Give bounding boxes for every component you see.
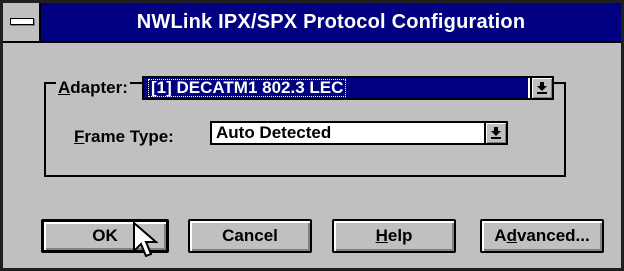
adapter-value: [1] DECATM1 802.3 LEC — [148, 79, 347, 97]
dropdown-arrow-icon[interactable] — [484, 123, 506, 143]
mouse-pointer-icon — [133, 221, 159, 258]
adapter-dropdown[interactable]: [1] DECATM1 802.3 LEC — [142, 76, 554, 100]
frame-type-value: Auto Detected — [216, 123, 332, 142]
title-bar[interactable]: NWLink IPX/SPX Protocol Configuration — [3, 3, 621, 43]
frame-type-label: Frame Type: — [74, 127, 174, 146]
frame-type-dropdown[interactable]: Auto Detected — [210, 121, 508, 145]
system-menu-icon[interactable] — [3, 3, 41, 41]
window-title: NWLink IPX/SPX Protocol Configuration — [136, 11, 526, 33]
adapter-label: Adapter: — [56, 78, 130, 98]
dropdown-arrow-icon[interactable] — [530, 78, 552, 98]
help-button[interactable]: Help — [332, 219, 456, 253]
advanced-button[interactable]: Advanced... — [480, 219, 604, 253]
cancel-button[interactable]: Cancel — [188, 219, 312, 253]
